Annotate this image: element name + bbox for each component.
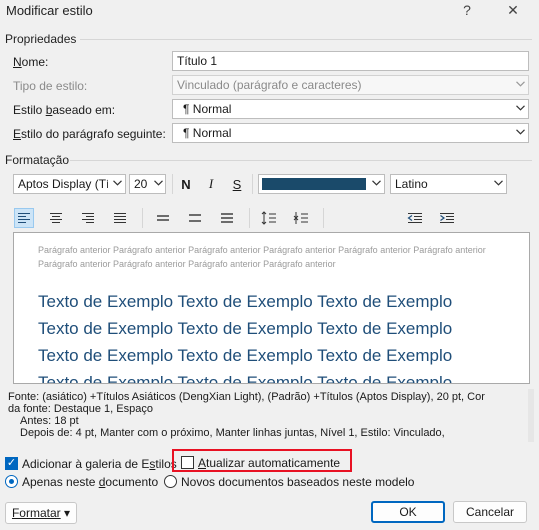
close-button[interactable]: ✕ — [498, 0, 528, 22]
font-size-value: 20 — [134, 177, 148, 191]
bold-button[interactable]: N — [176, 174, 196, 194]
name-field-value: Título 1 — [177, 54, 218, 68]
previous-paragraph-text: Parágrafo anterior Parágrafo anterior Pa… — [38, 259, 336, 269]
toolbar-divider — [249, 208, 250, 228]
script-value: Latino — [395, 177, 428, 191]
font-size-dropdown[interactable]: 20 — [129, 174, 166, 194]
sample-text-line: Texto de Exemplo Texto de Exemplo Texto … — [38, 346, 453, 365]
help-button[interactable]: ? — [452, 0, 482, 22]
format-button-label: Formatar — [11, 506, 61, 520]
properties-section-label: Propriedades — [5, 32, 77, 46]
add-to-gallery-checkbox[interactable]: ✓ — [5, 457, 18, 470]
chevron-down-icon — [511, 100, 528, 118]
toolbar-divider — [323, 208, 324, 228]
based-on-dropdown[interactable]: ¶ Normal — [172, 99, 529, 119]
chevron-down-icon — [108, 175, 125, 193]
description-line: Antes: 18 pt — [20, 415, 79, 427]
italic-button[interactable]: I — [201, 174, 221, 194]
name-field[interactable]: Título 1 — [172, 51, 529, 71]
align-right-icon[interactable] — [78, 208, 98, 228]
only-this-document-radio[interactable] — [5, 475, 18, 488]
font-color-dropdown[interactable] — [258, 174, 385, 194]
style-type-dropdown: Vinculado (parágrafo e caracteres) — [172, 75, 529, 95]
align-left-icon[interactable] — [14, 208, 34, 228]
next-para-label: Estilo do parágrafo seguinte: — [13, 127, 166, 141]
sample-text-line: Texto de Exemplo Texto de Exemplo Texto … — [38, 319, 453, 338]
description-line: Depois de: 4 pt, Manter com o próximo, M… — [20, 427, 445, 439]
format-button[interactable]: Formatar ▾ — [5, 502, 77, 524]
auto-update-checkbox[interactable] — [181, 456, 194, 469]
auto-update-label: Atualizar automaticamente — [198, 456, 341, 470]
new-documents-radio[interactable] — [164, 475, 177, 488]
chevron-down-icon — [489, 175, 506, 193]
toolbar-divider — [172, 174, 173, 194]
based-on-value: ¶ Normal — [183, 102, 232, 116]
description-line: da fonte: Destaque 1, Espaço — [8, 403, 153, 415]
title-bar: Modificar estilo ? ✕ — [0, 0, 539, 24]
chevron-down-icon — [151, 175, 165, 193]
space-before-decrease-icon[interactable] — [291, 208, 311, 228]
space-before-increase-icon[interactable] — [259, 208, 279, 228]
based-on-label: Estilo baseado em: — [13, 103, 116, 117]
toolbar-divider — [142, 208, 143, 228]
increase-indent-icon[interactable] — [437, 208, 457, 228]
toolbar-divider — [252, 174, 253, 194]
description-scrollbar[interactable] — [528, 389, 534, 442]
script-dropdown[interactable]: Latino — [390, 174, 507, 194]
cancel-button[interactable]: Cancelar — [453, 501, 527, 523]
one-and-half-spacing-icon[interactable] — [185, 208, 205, 228]
add-to-gallery-label: Adicionar à galeria de Estilos — [22, 457, 177, 471]
font-name-dropdown[interactable]: Aptos Display (Títu — [13, 174, 126, 194]
new-documents-label: Novos documentos baseados neste modelo — [181, 475, 415, 489]
style-preview-pane: Parágrafo anterior Parágrafo anterior Pa… — [13, 232, 530, 384]
sample-text-line: Texto de Exemplo Texto de Exemplo Texto … — [38, 373, 453, 384]
chevron-down-icon — [511, 76, 528, 94]
decrease-indent-icon[interactable] — [405, 208, 425, 228]
dropdown-arrow-icon: ▾ — [64, 506, 71, 520]
align-justify-icon[interactable] — [110, 208, 130, 228]
next-para-dropdown[interactable]: ¶ Normal — [172, 123, 529, 143]
name-label: Nome: — [13, 55, 49, 69]
style-description: Fonte: (asiático) +Títulos Asiáticos (De… — [8, 391, 528, 439]
style-type-value: Vinculado (parágrafo e caracteres) — [177, 78, 362, 92]
only-this-document-label: Apenas neste documento — [22, 475, 159, 489]
sample-text-line: Texto de Exemplo Texto de Exemplo Texto … — [38, 292, 453, 311]
underline-button[interactable]: S — [227, 174, 247, 194]
chevron-down-icon — [367, 175, 384, 193]
window-title: Modificar estilo — [6, 3, 93, 18]
properties-divider — [80, 39, 532, 40]
style-type-label: Tipo de estilo: — [13, 79, 88, 93]
description-line: Fonte: (asiático) +Títulos Asiáticos (De… — [8, 391, 485, 403]
formatting-section-label: Formatação — [5, 153, 70, 167]
chevron-down-icon — [511, 124, 528, 142]
align-center-icon[interactable] — [46, 208, 66, 228]
previous-paragraph-text: Parágrafo anterior Parágrafo anterior Pa… — [38, 245, 486, 255]
next-para-value: ¶ Normal — [183, 126, 232, 140]
font-color-swatch — [262, 178, 366, 190]
double-spacing-icon[interactable] — [217, 208, 237, 228]
font-name-value: Aptos Display (Títu — [18, 177, 120, 191]
ok-button[interactable]: OK — [371, 501, 445, 523]
single-spacing-icon[interactable] — [153, 208, 173, 228]
formatting-divider — [70, 160, 532, 161]
